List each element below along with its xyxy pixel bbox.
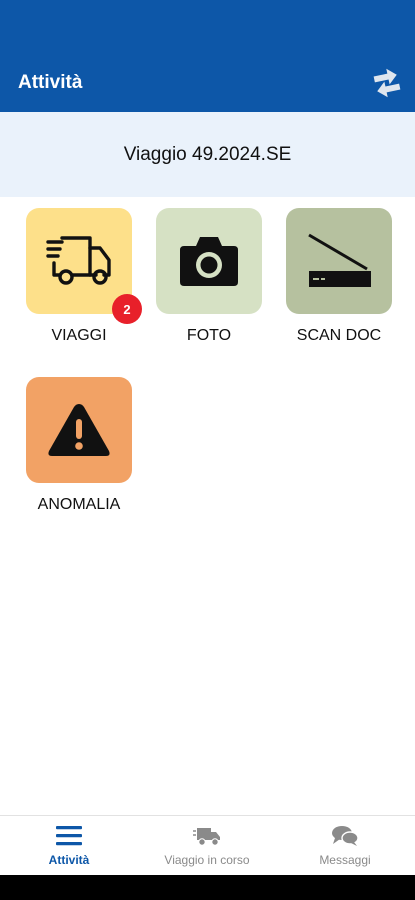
foto-tile[interactable] — [156, 208, 262, 314]
nav-item-viaggio-in-corso[interactable]: Viaggio in corso — [138, 816, 276, 876]
warning-icon — [48, 404, 110, 456]
scan-doc-label: SCAN DOC — [296, 327, 382, 344]
anomalia-label: ANOMALIA — [37, 496, 121, 513]
menu-icon — [56, 826, 82, 846]
camera-icon — [180, 237, 238, 286]
swap-arrows-icon — [373, 68, 401, 98]
trip-label: Viaggio 49.2024.SE — [123, 143, 292, 165]
page-title: Attività — [18, 72, 83, 93]
scanner-icon — [308, 233, 371, 287]
system-navigation-bar — [0, 875, 415, 900]
app-bar: Attività — [0, 0, 415, 112]
bottom-nav: Attività Viaggio in corso Messaggi — [0, 815, 415, 876]
sync-button[interactable] — [369, 62, 405, 100]
scan-doc-tile[interactable] — [286, 208, 392, 314]
nav-label-attivita: Attività — [48, 853, 90, 867]
chat-bubbles-icon — [332, 826, 359, 846]
delivery-truck-icon — [193, 828, 220, 846]
viaggi-count-badge: 2 — [112, 294, 142, 324]
current-trip-banner: Viaggio 49.2024.SE — [0, 112, 415, 197]
truck-icon — [46, 236, 111, 285]
nav-item-messaggi[interactable]: Messaggi — [276, 816, 414, 876]
viaggi-label: VIAGGI — [51, 327, 107, 344]
anomalia-tile[interactable] — [26, 377, 132, 483]
nav-label-messaggi: Messaggi — [319, 853, 371, 867]
foto-label: FOTO — [186, 327, 232, 344]
nav-label-viaggio-in-corso: Viaggio in corso — [164, 853, 250, 867]
nav-item-attivita[interactable]: Attività — [0, 816, 138, 876]
